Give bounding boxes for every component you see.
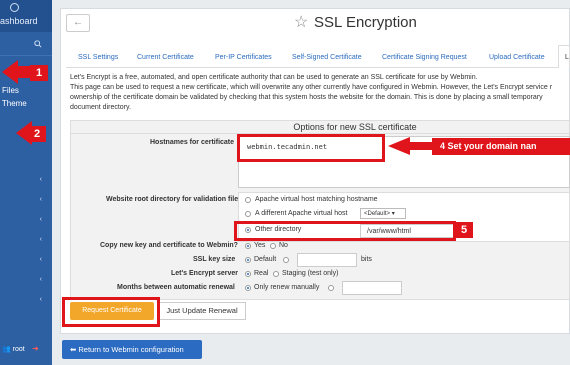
tab-ssl-settings[interactable]: SSL Settings (78, 54, 118, 61)
tab-lets-encrypt[interactable]: L (558, 45, 570, 68)
option-apache-vhost-matching: Apache virtual host matching hostname (255, 196, 378, 203)
webroot-label: Website root directory for validation fi… (106, 196, 239, 203)
vhost-select[interactable]: <Default> ▾ (360, 208, 406, 219)
star-icon[interactable]: ☆ (294, 12, 308, 32)
chevron-left-icon[interactable]: ‹ (40, 276, 42, 283)
options-heading: Options for new SSL certificate (70, 120, 570, 134)
user-icon: 👥 (2, 346, 11, 353)
sidebar-divider (0, 55, 52, 56)
tab-lets-encrypt-label: L (565, 54, 569, 61)
back-button[interactable]: ← (66, 14, 90, 32)
logout-icon[interactable]: ➜ (32, 344, 39, 353)
sidebar-header: ashboard (0, 0, 52, 32)
radio-keysize-custom[interactable] (283, 257, 289, 263)
user-root-link[interactable]: 👥 root (2, 345, 25, 353)
radio-copy-yes[interactable] (245, 243, 251, 249)
radio-renew-manual[interactable] (245, 285, 251, 291)
arrow-left-icon: ⬅ (70, 345, 77, 354)
chevron-left-icon[interactable]: ‹ (40, 176, 42, 183)
description: Let's Encrypt is a free, automated, and … (70, 73, 570, 113)
description-line: ownership of the certificate domain be v… (70, 94, 543, 101)
chevron-down-icon: ▾ (391, 211, 395, 217)
description-line: This page can be used to request a new c… (70, 84, 553, 91)
renew-months-input[interactable] (342, 281, 402, 295)
hostnames-label: Hostnames for certificate (150, 139, 235, 146)
annotation-badge-1: 1 (30, 65, 48, 81)
keysize-input[interactable] (297, 253, 357, 267)
radio-copy-no[interactable] (270, 243, 276, 249)
search-icon[interactable] (34, 40, 42, 48)
chevron-left-icon[interactable]: ‹ (40, 296, 42, 303)
radio-server-staging[interactable] (273, 271, 279, 277)
annotation-badge-5: 5 (455, 222, 473, 238)
keysize-label: SSL key size (193, 256, 236, 263)
tab-self-signed-certificate[interactable]: Self-Signed Certificate (292, 54, 362, 61)
radio-renew-months[interactable] (328, 285, 334, 291)
sidebar-item-theme[interactable]: l Theme (0, 99, 27, 108)
return-button-label: Return to Webmin configuration (78, 345, 184, 354)
chevron-left-icon[interactable]: ‹ (40, 256, 42, 263)
sidebar: ashboard Files l Theme ‹ ‹ ‹ ‹ ‹ ‹ ‹ 👥 r… (0, 0, 52, 365)
keysize-unit: bits (361, 256, 372, 263)
renew-manual-label: Only renew manually (254, 284, 320, 291)
option-different-vhost: A different Apache virtual host (255, 210, 348, 217)
tab-per-ip-certificates[interactable]: Per-IP Certificates (215, 54, 272, 61)
sidebar-dashboard-link[interactable]: ashboard (0, 16, 38, 26)
annotation-box-directory (234, 221, 456, 241)
server-label: Let's Encrypt server (171, 270, 239, 277)
tab-certificate-signing-request[interactable]: Certificate Signing Request (382, 54, 467, 61)
tab-current-certificate[interactable]: Current Certificate (137, 54, 194, 61)
description-line: document directory. (70, 104, 131, 111)
server-staging-label: Staging (test only) (282, 270, 339, 277)
radio-keysize-default[interactable] (245, 257, 251, 263)
chevron-left-icon[interactable]: ‹ (40, 236, 42, 243)
description-line: Let's Encrypt is a free, automated, and … (70, 74, 478, 81)
tab-upload-certificate[interactable]: Upload Certificate (489, 54, 545, 61)
annotation-callout-4: 4 Set your domain nan (432, 138, 570, 155)
copy-label: Copy new key and certificate to Webmin? (100, 242, 238, 249)
keysize-default-label: Default (254, 256, 277, 263)
webmin-logo-icon (10, 3, 19, 12)
sidebar-item-files[interactable]: Files (2, 86, 19, 95)
chevron-left-icon[interactable]: ‹ (40, 196, 42, 203)
radio-different-vhost[interactable] (245, 211, 251, 217)
renew-label: Months between automatic renewal (117, 284, 235, 291)
just-update-renewal-button[interactable]: Just Update Renewal (158, 302, 246, 320)
annotation-badge-2: 2 (28, 126, 46, 142)
radio-server-real[interactable] (245, 271, 251, 277)
return-to-webmin-button[interactable]: ⬅ Return to Webmin configuration (62, 340, 202, 359)
chevron-left-icon[interactable]: ‹ (40, 216, 42, 223)
page-title: SSL Encryption (314, 14, 417, 31)
copy-yes-label: Yes (254, 242, 266, 249)
user-name: root (12, 346, 25, 353)
tab-bar: SSL Settings Current Certificate Per-IP … (66, 48, 570, 68)
copy-no-label: No (279, 242, 288, 249)
server-real-label: Real (254, 270, 269, 277)
annotation-box-hostname (237, 134, 385, 162)
vhost-select-value: <Default> (364, 211, 391, 217)
annotation-box-request (62, 297, 160, 327)
radio-apache-vhost-matching[interactable] (245, 197, 251, 203)
